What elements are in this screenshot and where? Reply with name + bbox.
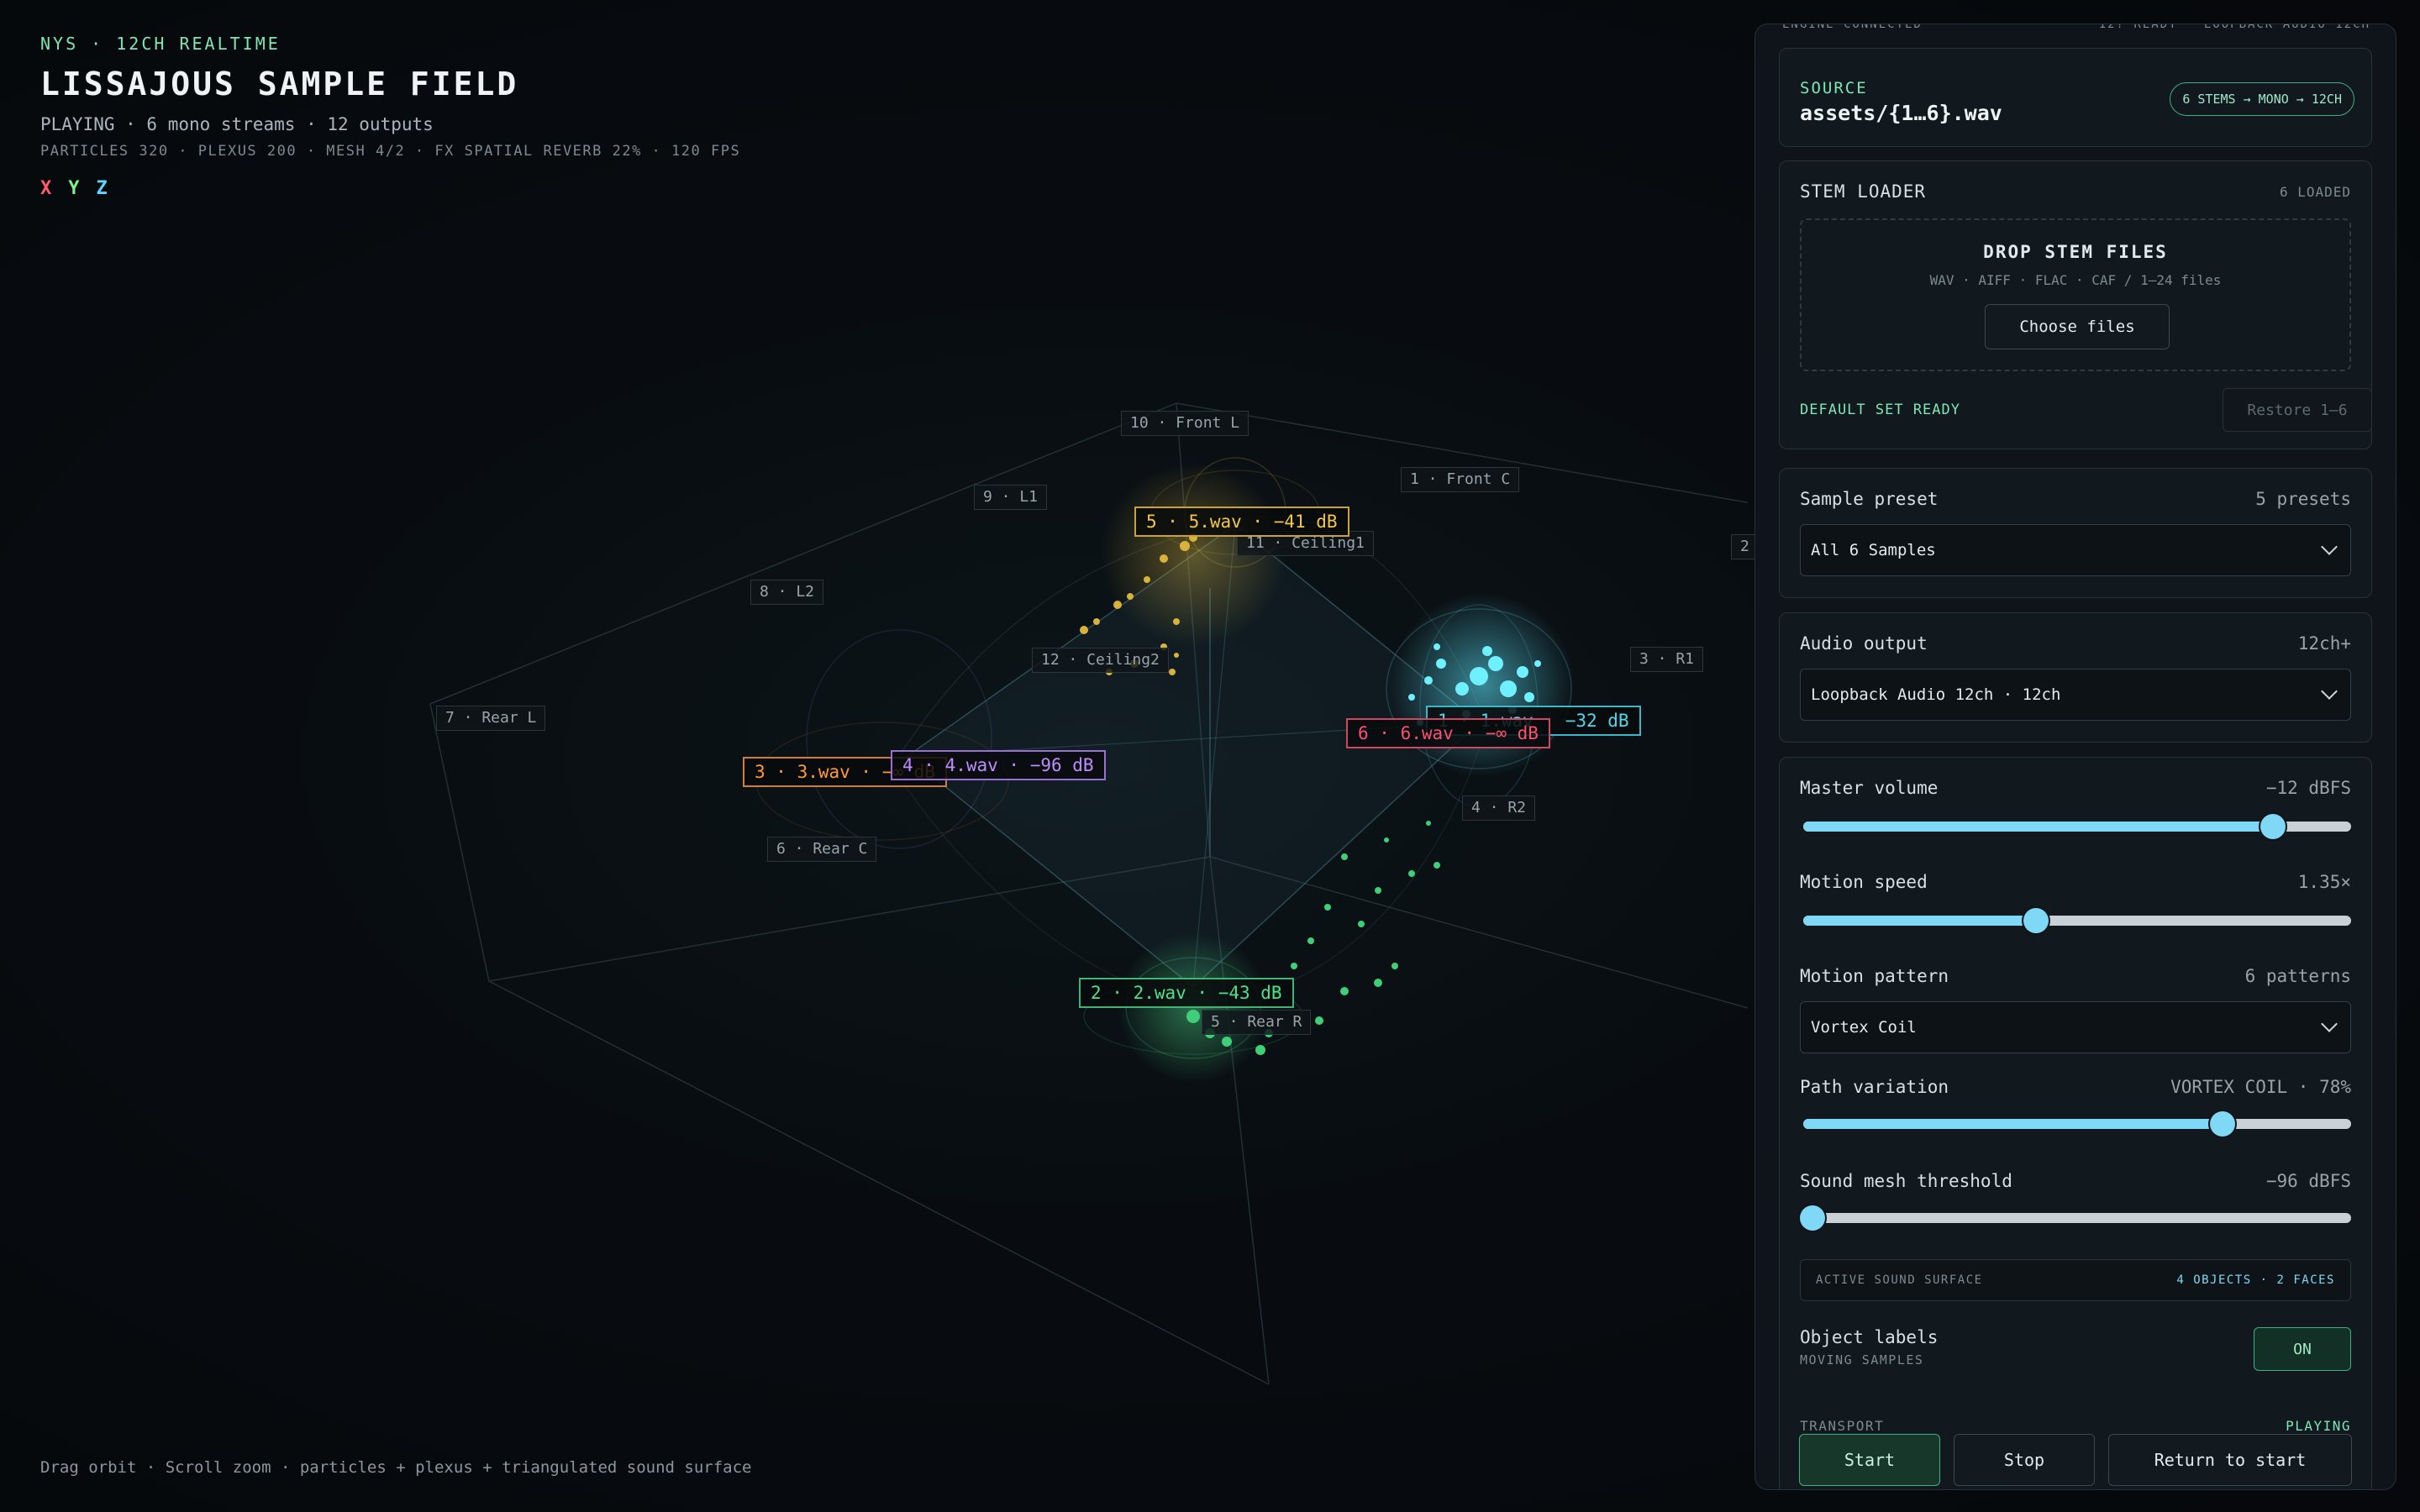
mesh-threshold-label: Sound mesh threshold: [1800, 1171, 2012, 1191]
speaker-label: 7 · Rear L: [436, 706, 546, 731]
mesh-threshold-slider[interactable]: [1800, 1205, 2351, 1231]
chevron-down-icon: [2321, 1016, 2338, 1032]
speaker-label: 5 · Rear R: [1202, 1010, 1312, 1035]
motion-pattern-value: Vortex Coil: [1811, 1018, 1917, 1037]
drop-zone-title: DROP STEM FILES: [1983, 242, 2168, 262]
slider-thumb[interactable]: [2210, 1111, 2236, 1137]
axis-x-label: X: [40, 178, 52, 199]
sample-preset-count: 5 presets: [2255, 489, 2351, 509]
source-path: assets/{1…6}.wav: [1800, 101, 2002, 125]
engine-status: ENGINE CONNECTED: [1782, 24, 1923, 31]
spatial-scene[interactable]: [0, 0, 1748, 1512]
master-volume-slider[interactable]: [1800, 814, 2351, 839]
axis-y-label: Y: [68, 178, 80, 199]
axis-legend: X Y Z: [40, 178, 740, 199]
slider-thumb[interactable]: [2260, 814, 2286, 839]
panel-top-status: ENGINE CONNECTED 12? READY · LOOPBACK AU…: [1782, 24, 2370, 31]
stem-loader-title: STEM LOADER: [1800, 181, 1927, 202]
drop-zone[interactable]: DROP STEM FILES WAV · AIFF · FLAC · CAF …: [1800, 218, 2351, 371]
playback-status: PLAYING · 6 mono streams · 12 outputs: [40, 114, 434, 134]
sample-preset-card: Sample preset 5 presets All 6 Samples: [1779, 468, 2372, 598]
stem-loader-count: 6 LOADED: [2279, 183, 2351, 200]
sound-surface-status: ACTIVE SOUND SURFACE 4 OBJECTS · 2 FACES: [1800, 1259, 2351, 1301]
return-to-start-button[interactable]: Return to start: [2108, 1434, 2352, 1486]
audio-output-channels: 12ch+: [2297, 633, 2351, 654]
master-volume-label: Master volume: [1800, 778, 1939, 798]
speaker-label: 1 · Front C: [1401, 467, 1520, 492]
transport-state: PLAYING: [2286, 1418, 2351, 1434]
path-variation-slider[interactable]: [1800, 1111, 2351, 1137]
motion-speed-label: Motion speed: [1800, 872, 1928, 892]
motion-speed-value: 1.35×: [2297, 872, 2351, 892]
control-panel: ENGINE CONNECTED 12? READY · LOOPBACK AU…: [1754, 24, 2396, 1490]
slider-thumb[interactable]: [1800, 1205, 1825, 1231]
chevron-down-icon: [2321, 538, 2338, 555]
chevron-down-icon: [2321, 683, 2338, 700]
stem-label: 6 · 6.wav · −∞ dB: [1346, 718, 1550, 748]
speaker-label: 3 · R1: [1630, 647, 1704, 672]
audio-output-card: Audio output 12ch+ Loopback Audio 12ch ·…: [1779, 612, 2372, 743]
motion-speed-slider[interactable]: [1800, 908, 2351, 933]
master-volume-value: −12 dBFS: [2265, 778, 2351, 798]
speaker-label: 6 · Rear C: [767, 837, 877, 862]
stem-label: 5 · 5.wav · −41 dB: [1134, 507, 1349, 537]
object-labels-toggle[interactable]: ON: [2254, 1327, 2351, 1371]
speaker-label: 8 · L2: [750, 580, 824, 605]
axis-z-label: Z: [96, 178, 108, 199]
path-variation-label: Path variation: [1800, 1077, 1949, 1097]
controls-card: Master volume −12 dBFS Motion speed 1.35…: [1779, 757, 2372, 1489]
source-label: SOURCE: [1800, 79, 1868, 97]
stem-label: 2 · 2.wav · −43 dB: [1079, 978, 1294, 1008]
speaker-label: 4 · R2: [1462, 795, 1536, 821]
object-labels-label: Object labels: [1800, 1327, 1939, 1347]
path-variation-value: VORTEX COIL · 78%: [2170, 1077, 2351, 1097]
surface-value: 4 OBJECTS · 2 FACES: [2176, 1273, 2335, 1287]
transport-label: TRANSPORT: [1800, 1418, 1885, 1434]
audio-output-value: Loopback Audio 12ch · 12ch: [1811, 685, 2061, 704]
speaker-label: 9 · L1: [974, 485, 1048, 510]
render-stats: PARTICLES 320 · PLEXUS 200 · MESH 4/2 · …: [40, 143, 741, 160]
sample-preset-value: All 6 Samples: [1811, 541, 1936, 559]
sample-preset-label: Sample preset: [1800, 489, 1939, 509]
slider-thumb[interactable]: [2023, 908, 2049, 933]
motion-pattern-label: Motion pattern: [1800, 966, 1949, 986]
mesh-threshold-value: −96 dBFS: [2265, 1171, 2351, 1191]
restore-button[interactable]: Restore 1–6: [2223, 388, 2372, 432]
object-labels-sub: MOVING SAMPLES: [1800, 1352, 1924, 1368]
interaction-hint: Drag orbit · Scroll zoom · particles + p…: [40, 1458, 752, 1477]
source-card: SOURCE assets/{1…6}.wav 6 STEMS → MONO →…: [1779, 48, 2372, 147]
drop-zone-formats: WAV · AIFF · FLAC · CAF / 1–24 files: [1929, 272, 2222, 288]
choose-files-button[interactable]: Choose files: [1985, 304, 2170, 349]
default-set-status: DEFAULT SET READY: [1800, 402, 1960, 418]
speaker-label: 10 · Front L: [1121, 411, 1249, 436]
surface-label: ACTIVE SOUND SURFACE: [1816, 1273, 1983, 1287]
speaker-label: 12 · Ceiling2: [1032, 648, 1169, 673]
audio-output-label: Audio output: [1800, 633, 1928, 654]
page-title: LISSAJOUS SAMPLE FIELD: [40, 66, 519, 102]
start-button[interactable]: Start: [1799, 1434, 1940, 1486]
header: NYS · 12CH REALTIME LISSAJOUS SAMPLE FIE…: [40, 34, 740, 199]
device-status: 12? READY · LOOPBACK AUDIO 12CH: [2098, 24, 2370, 31]
motion-pattern-select[interactable]: Vortex Coil: [1800, 1001, 2351, 1053]
pipeline-badge: 6 STEMS → MONO → 12CH: [2170, 82, 2354, 116]
stop-button[interactable]: Stop: [1954, 1434, 2095, 1486]
sample-preset-select[interactable]: All 6 Samples: [1800, 524, 2351, 576]
audio-output-select[interactable]: Loopback Audio 12ch · 12ch: [1800, 669, 2351, 721]
eyebrow: NYS · 12CH REALTIME: [40, 34, 281, 54]
stem-loader-card: STEM LOADER 6 LOADED DROP STEM FILES WAV…: [1779, 160, 2372, 449]
stem-label: 4 · 4.wav · −96 dB: [891, 750, 1106, 780]
motion-pattern-count: 6 patterns: [2244, 966, 2351, 986]
